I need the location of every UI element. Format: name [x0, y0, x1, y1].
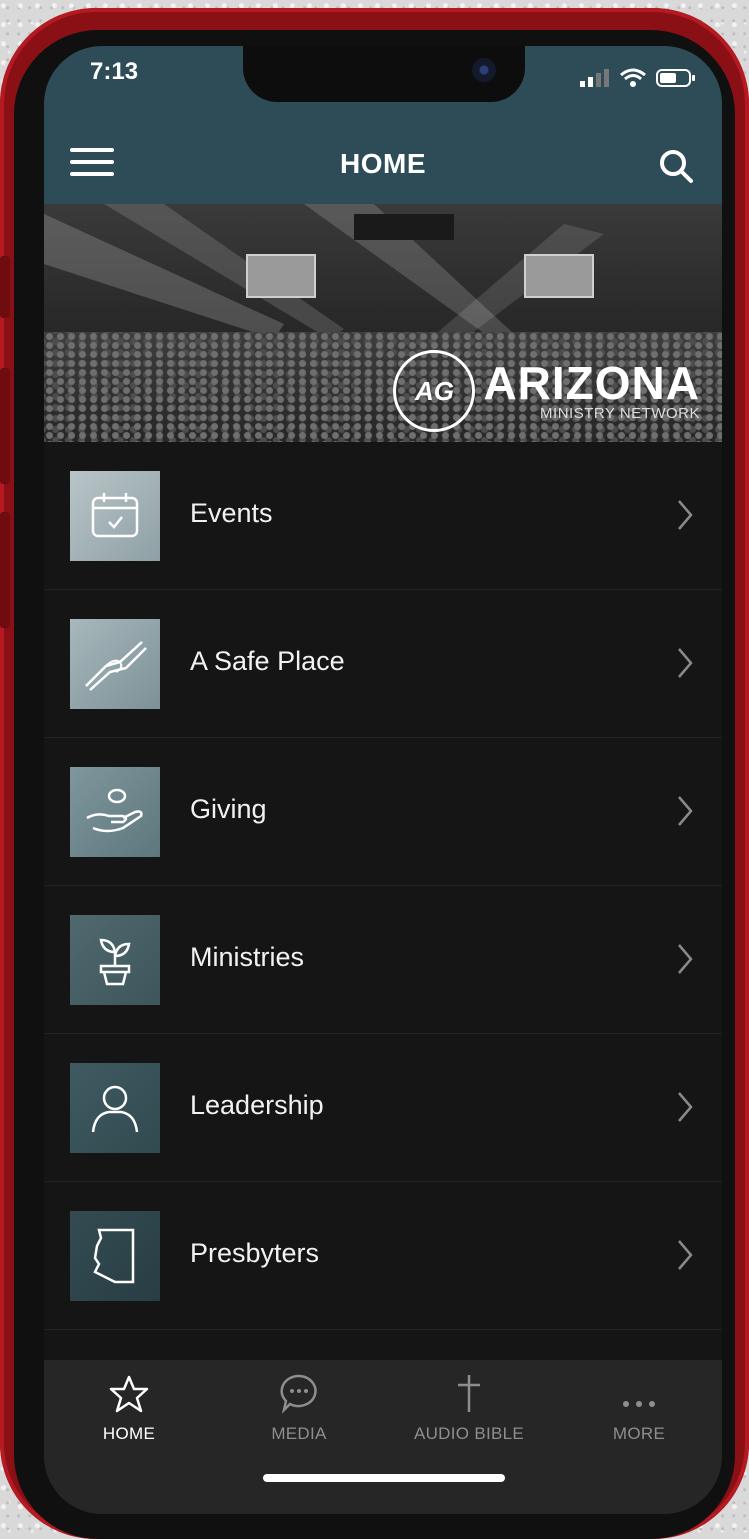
list-item-ministries[interactable]: Ministries [44, 886, 722, 1034]
search-icon[interactable] [656, 146, 696, 186]
person-icon [70, 1063, 160, 1153]
front-camera [472, 58, 496, 82]
chevron-right-icon [678, 944, 693, 974]
hero-banner: AG ARIZONA MINISTRY NETWORK [44, 204, 722, 442]
list-item-label: Events [190, 498, 273, 528]
tab-audio-bible[interactable]: AUDIO BIBLE [384, 1360, 554, 1460]
tab-more[interactable]: MORE [554, 1360, 722, 1460]
star-icon [109, 1375, 149, 1413]
chevron-right-icon [678, 796, 693, 826]
giving-hand-icon [70, 767, 160, 857]
list-item-events[interactable]: Events [44, 442, 722, 590]
home-menu-list: Events A Safe Place Giving Ministries Le… [44, 442, 722, 1330]
list-item-a-safe-place[interactable]: A Safe Place [44, 590, 722, 738]
list-item-label: Ministries [190, 942, 305, 972]
more-dots-icon [623, 1401, 655, 1407]
tab-label: MORE [612, 1424, 666, 1443]
chevron-right-icon [678, 500, 693, 530]
chat-bubble-icon [280, 1374, 317, 1414]
bottom-tab-bar: HOME MEDIA AUDIO BIBLE MORE [44, 1360, 722, 1514]
tab-home[interactable]: HOME [44, 1360, 214, 1460]
stage-screen [246, 254, 316, 298]
home-indicator[interactable] [263, 1474, 505, 1482]
app-screen: 7:13 HOME AG ARIZONA MINISTRY NETWORK Ev… [44, 46, 722, 1514]
stage-screen [524, 254, 594, 298]
tab-media[interactable]: MEDIA [214, 1360, 384, 1460]
list-item-presbyters[interactable]: Presbyters [44, 1182, 722, 1330]
tab-label: HOME [102, 1424, 156, 1443]
tab-label: MEDIA [271, 1424, 327, 1443]
app-header: HOME [44, 126, 722, 204]
phone-side-button [0, 256, 10, 318]
list-item-label: A Safe Place [190, 646, 345, 676]
battery-icon [656, 69, 695, 87]
phone-side-button [0, 512, 10, 628]
status-icons [580, 68, 696, 88]
chevron-right-icon [678, 1240, 693, 1270]
list-item-leadership[interactable]: Leadership [44, 1034, 722, 1182]
arizona-ministry-network-logo: AG ARIZONA MINISTRY NETWORK [393, 350, 700, 432]
plant-icon [70, 915, 160, 1005]
list-item-giving[interactable]: Giving [44, 738, 722, 886]
calendar-icon [70, 471, 160, 561]
list-item-label: Giving [190, 794, 267, 824]
handshake-icon [70, 619, 160, 709]
phone-side-button [0, 368, 10, 484]
list-item-label: Leadership [190, 1090, 324, 1120]
cross-icon [458, 1375, 480, 1412]
chevron-right-icon [678, 648, 693, 678]
status-time: 7:13 [90, 58, 139, 85]
signal-icon [580, 69, 609, 87]
wifi-icon [620, 68, 646, 87]
ag-logo-emblem: AG [393, 350, 476, 432]
tab-label: AUDIO BIBLE [413, 1424, 525, 1443]
chevron-right-icon [678, 1092, 693, 1122]
page-title: HOME [340, 148, 426, 179]
phone-notch [243, 46, 525, 102]
logo-wordmark: ARIZONA [483, 356, 700, 409]
arizona-state-icon [70, 1211, 160, 1301]
list-item-label: Presbyters [190, 1238, 320, 1268]
